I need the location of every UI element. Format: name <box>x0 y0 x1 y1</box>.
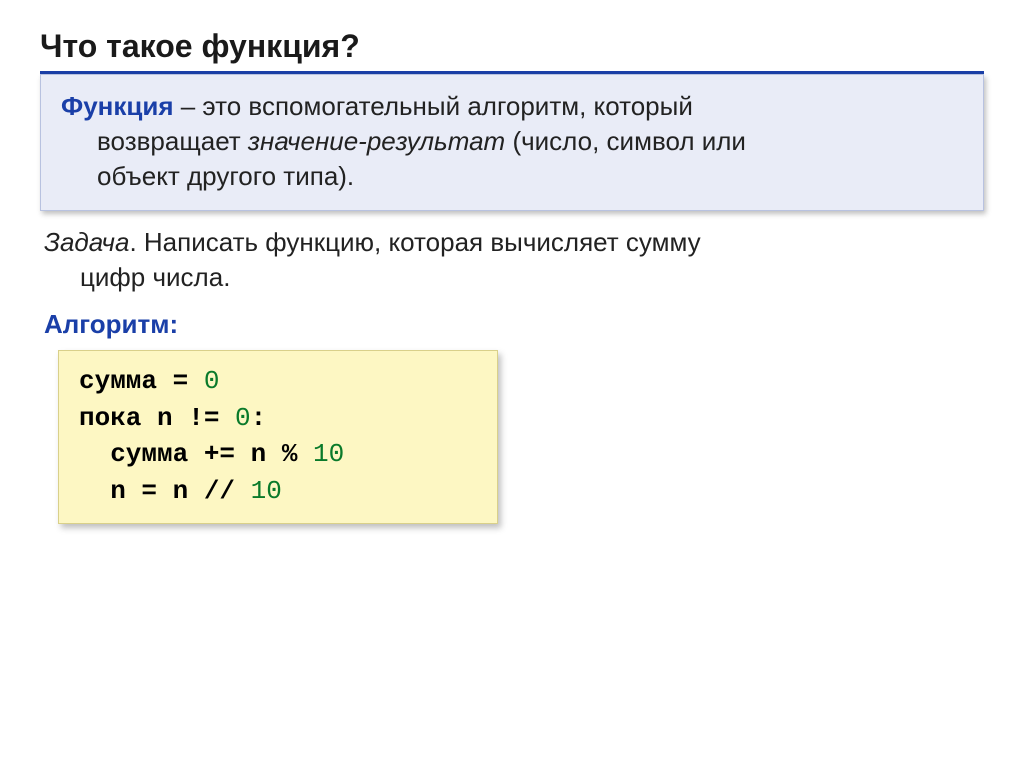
definition-line3: объект другого типа). <box>61 159 963 194</box>
algorithm-label: Алгоритм: <box>40 309 984 340</box>
task-line2: цифр числа. <box>44 260 980 295</box>
task-block: Задача. Написать функцию, которая вычисл… <box>40 225 984 295</box>
definition-line2: возвращает значение-результат (число, си… <box>61 124 963 159</box>
task-line1: . Написать функцию, которая вычисляет су… <box>129 227 700 257</box>
definition-box: Функция – это вспомогательный алгоритм, … <box>40 74 984 211</box>
definition-line1: – это вспомогательный алгоритм, который <box>174 91 693 121</box>
task-label: Задача <box>44 227 129 257</box>
slide-title: Что такое функция? <box>40 28 984 74</box>
definition-term: Функция <box>61 91 174 121</box>
code-box: сумма = 0 пока n != 0: сумма += n % 10 n… <box>58 350 498 524</box>
slide-content: Что такое функция? Функция – это вспомог… <box>0 0 1024 552</box>
